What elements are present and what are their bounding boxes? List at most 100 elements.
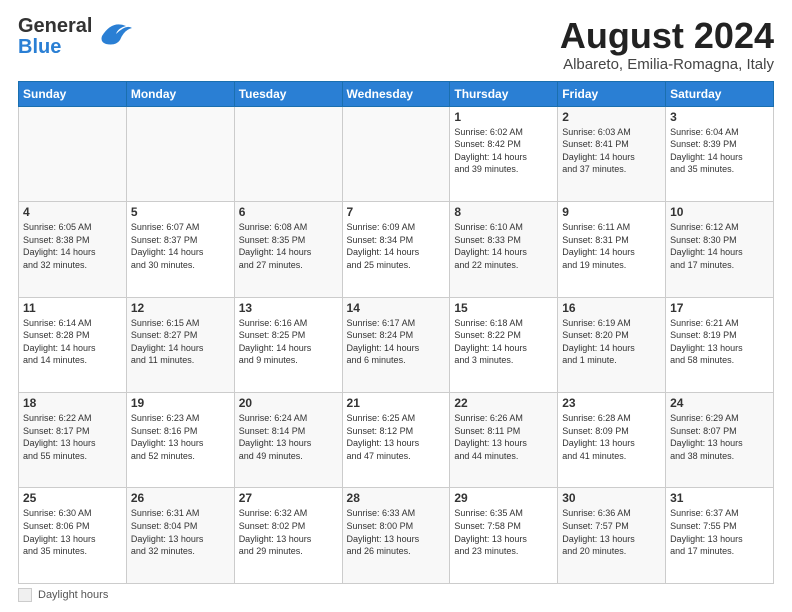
- day-number: 20: [239, 396, 338, 410]
- day-info: Sunrise: 6:25 AM Sunset: 8:12 PM Dayligh…: [347, 412, 446, 462]
- calendar-day-header: Friday: [558, 81, 666, 106]
- calendar-cell: 26 Sunrise: 6:31 AM Sunset: 8:04 PM Dayli…: [126, 488, 234, 584]
- calendar-table: SundayMondayTuesdayWednesdayThursdayFrid…: [18, 81, 774, 584]
- calendar-cell: 2 Sunrise: 6:03 AM Sunset: 8:41 PM Daylig…: [558, 106, 666, 201]
- calendar-week-row: 18 Sunrise: 6:22 AM Sunset: 8:17 PM Dayli…: [19, 393, 774, 488]
- day-info: Sunrise: 6:11 AM Sunset: 8:31 PM Dayligh…: [562, 221, 661, 271]
- calendar-cell: [126, 106, 234, 201]
- day-number: 2: [562, 110, 661, 124]
- day-info: Sunrise: 6:16 AM Sunset: 8:25 PM Dayligh…: [239, 317, 338, 367]
- day-number: 5: [131, 205, 230, 219]
- subtitle: Albareto, Emilia-Romagna, Italy: [560, 56, 774, 73]
- day-number: 18: [23, 396, 122, 410]
- day-info: Sunrise: 6:35 AM Sunset: 7:58 PM Dayligh…: [454, 507, 553, 557]
- day-info: Sunrise: 6:33 AM Sunset: 8:00 PM Dayligh…: [347, 507, 446, 557]
- calendar-cell: 21 Sunrise: 6:25 AM Sunset: 8:12 PM Dayli…: [342, 393, 450, 488]
- title-area: August 2024 Albareto, Emilia-Romagna, It…: [560, 16, 774, 73]
- calendar-cell: 20 Sunrise: 6:24 AM Sunset: 8:14 PM Dayli…: [234, 393, 342, 488]
- day-info: Sunrise: 6:04 AM Sunset: 8:39 PM Dayligh…: [670, 126, 769, 176]
- calendar-day-header: Thursday: [450, 81, 558, 106]
- calendar-day-header: Tuesday: [234, 81, 342, 106]
- day-number: 22: [454, 396, 553, 410]
- day-info: Sunrise: 6:36 AM Sunset: 7:57 PM Dayligh…: [562, 507, 661, 557]
- calendar-day-header: Saturday: [666, 81, 774, 106]
- day-info: Sunrise: 6:24 AM Sunset: 8:14 PM Dayligh…: [239, 412, 338, 462]
- calendar-week-row: 4Sunrise: 6:05 AM Sunset: 8:38 PM Daylig…: [19, 202, 774, 297]
- day-info: Sunrise: 6:37 AM Sunset: 7:55 PM Dayligh…: [670, 507, 769, 557]
- day-info: Sunrise: 6:17 AM Sunset: 8:24 PM Dayligh…: [347, 317, 446, 367]
- day-info: Sunrise: 6:28 AM Sunset: 8:09 PM Dayligh…: [562, 412, 661, 462]
- day-info: Sunrise: 6:31 AM Sunset: 8:04 PM Dayligh…: [131, 507, 230, 557]
- calendar-cell: 18 Sunrise: 6:22 AM Sunset: 8:17 PM Dayli…: [19, 393, 127, 488]
- calendar-cell: 31Sunrise: 6:37 AM Sunset: 7:55 PM Dayli…: [666, 488, 774, 584]
- calendar-cell: 23Sunrise: 6:28 AM Sunset: 8:09 PM Dayli…: [558, 393, 666, 488]
- calendar-cell: 9 Sunrise: 6:11 AM Sunset: 8:31 PM Daylig…: [558, 202, 666, 297]
- day-number: 9: [562, 205, 661, 219]
- calendar-cell: 16Sunrise: 6:19 AM Sunset: 8:20 PM Dayli…: [558, 297, 666, 392]
- day-number: 4: [23, 205, 122, 219]
- day-info: Sunrise: 6:22 AM Sunset: 8:17 PM Dayligh…: [23, 412, 122, 462]
- day-info: Sunrise: 6:14 AM Sunset: 8:28 PM Dayligh…: [23, 317, 122, 367]
- calendar-cell: 12Sunrise: 6:15 AM Sunset: 8:27 PM Dayli…: [126, 297, 234, 392]
- day-info: Sunrise: 6:02 AM Sunset: 8:42 PM Dayligh…: [454, 126, 553, 176]
- day-number: 10: [670, 205, 769, 219]
- day-number: 24: [670, 396, 769, 410]
- day-number: 7: [347, 205, 446, 219]
- calendar-cell: 17 Sunrise: 6:21 AM Sunset: 8:19 PM Dayli…: [666, 297, 774, 392]
- day-number: 30: [562, 491, 661, 505]
- logo-blue: Blue: [18, 37, 92, 58]
- day-number: 21: [347, 396, 446, 410]
- page: General Blue August 2024 Albareto, Emili…: [0, 0, 792, 612]
- calendar-cell: 22 Sunrise: 6:26 AM Sunset: 8:11 PM Dayli…: [450, 393, 558, 488]
- calendar-cell: 11 Sunrise: 6:14 AM Sunset: 8:28 PM Dayli…: [19, 297, 127, 392]
- calendar-cell: 10 Sunrise: 6:12 AM Sunset: 8:30 PM Dayli…: [666, 202, 774, 297]
- calendar-cell: [342, 106, 450, 201]
- day-info: Sunrise: 6:18 AM Sunset: 8:22 PM Dayligh…: [454, 317, 553, 367]
- day-number: 17: [670, 301, 769, 315]
- day-number: 8: [454, 205, 553, 219]
- day-number: 1: [454, 110, 553, 124]
- day-number: 26: [131, 491, 230, 505]
- calendar-week-row: 1 Sunrise: 6:02 AM Sunset: 8:42 PM Daylig…: [19, 106, 774, 201]
- footer: Daylight hours: [18, 588, 774, 602]
- day-info: Sunrise: 6:19 AM Sunset: 8:20 PM Dayligh…: [562, 317, 661, 367]
- calendar-cell: 19Sunrise: 6:23 AM Sunset: 8:16 PM Dayli…: [126, 393, 234, 488]
- day-number: 15: [454, 301, 553, 315]
- day-info: Sunrise: 6:07 AM Sunset: 8:37 PM Dayligh…: [131, 221, 230, 271]
- calendar-cell: 3Sunrise: 6:04 AM Sunset: 8:39 PM Daylig…: [666, 106, 774, 201]
- day-info: Sunrise: 6:29 AM Sunset: 8:07 PM Dayligh…: [670, 412, 769, 462]
- logo: General Blue: [18, 16, 134, 58]
- calendar-cell: 15 Sunrise: 6:18 AM Sunset: 8:22 PM Dayli…: [450, 297, 558, 392]
- logo-general: General: [18, 16, 92, 37]
- calendar-cell: 28Sunrise: 6:33 AM Sunset: 8:00 PM Dayli…: [342, 488, 450, 584]
- calendar-cell: 7Sunrise: 6:09 AM Sunset: 8:34 PM Daylig…: [342, 202, 450, 297]
- calendar-cell: 4Sunrise: 6:05 AM Sunset: 8:38 PM Daylig…: [19, 202, 127, 297]
- day-number: 6: [239, 205, 338, 219]
- day-info: Sunrise: 6:15 AM Sunset: 8:27 PM Dayligh…: [131, 317, 230, 367]
- calendar-cell: 14 Sunrise: 6:17 AM Sunset: 8:24 PM Dayli…: [342, 297, 450, 392]
- day-info: Sunrise: 6:03 AM Sunset: 8:41 PM Dayligh…: [562, 126, 661, 176]
- calendar-cell: 29Sunrise: 6:35 AM Sunset: 7:58 PM Dayli…: [450, 488, 558, 584]
- calendar-cell: 13 Sunrise: 6:16 AM Sunset: 8:25 PM Dayli…: [234, 297, 342, 392]
- legend-label: Daylight hours: [38, 589, 108, 601]
- calendar-cell: 27Sunrise: 6:32 AM Sunset: 8:02 PM Dayli…: [234, 488, 342, 584]
- day-number: 11: [23, 301, 122, 315]
- calendar-cell: 25Sunrise: 6:30 AM Sunset: 8:06 PM Dayli…: [19, 488, 127, 584]
- day-number: 19: [131, 396, 230, 410]
- calendar-cell: 8 Sunrise: 6:10 AM Sunset: 8:33 PM Daylig…: [450, 202, 558, 297]
- calendar-cell: 30 Sunrise: 6:36 AM Sunset: 7:57 PM Dayli…: [558, 488, 666, 584]
- month-title: August 2024: [560, 16, 774, 56]
- day-info: Sunrise: 6:21 AM Sunset: 8:19 PM Dayligh…: [670, 317, 769, 367]
- day-number: 14: [347, 301, 446, 315]
- calendar-day-header: Monday: [126, 81, 234, 106]
- calendar-week-row: 25Sunrise: 6:30 AM Sunset: 8:06 PM Dayli…: [19, 488, 774, 584]
- calendar-cell: [19, 106, 127, 201]
- day-info: Sunrise: 6:10 AM Sunset: 8:33 PM Dayligh…: [454, 221, 553, 271]
- day-info: Sunrise: 6:08 AM Sunset: 8:35 PM Dayligh…: [239, 221, 338, 271]
- calendar-header-row: SundayMondayTuesdayWednesdayThursdayFrid…: [19, 81, 774, 106]
- calendar-cell: 24 Sunrise: 6:29 AM Sunset: 8:07 PM Dayli…: [666, 393, 774, 488]
- legend-box: [18, 588, 32, 602]
- day-number: 13: [239, 301, 338, 315]
- day-info: Sunrise: 6:12 AM Sunset: 8:30 PM Dayligh…: [670, 221, 769, 271]
- day-info: Sunrise: 6:26 AM Sunset: 8:11 PM Dayligh…: [454, 412, 553, 462]
